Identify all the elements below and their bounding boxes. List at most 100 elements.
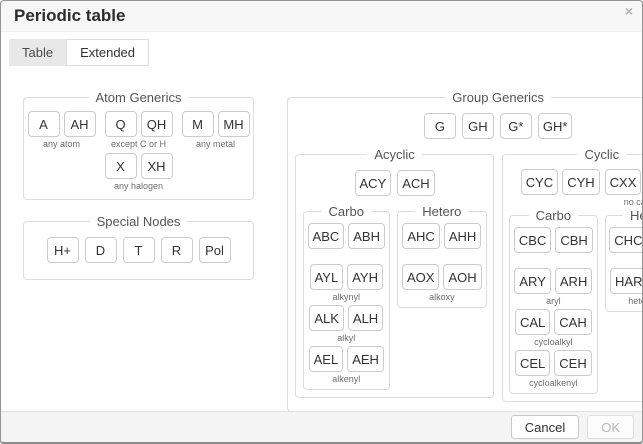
- chem-button-aox[interactable]: AOX: [402, 264, 439, 290]
- atom-generics-legend: Atom Generics: [89, 90, 189, 105]
- pair-label: hetero aryl: [628, 296, 643, 307]
- chem-button-ah[interactable]: AH: [64, 111, 96, 137]
- atom-generics-row-1: A AH any atom Q QH except C or H: [30, 111, 247, 150]
- tab-table[interactable]: Table: [9, 39, 66, 66]
- chem-button-arh[interactable]: ARH: [555, 268, 592, 294]
- acyclic-top-row: ACY ACH: [302, 170, 487, 196]
- pair-aryl: ARY ARH aryl: [514, 268, 592, 307]
- pair-cycloalkenyl: CEL CEH cycloalkenyl: [515, 350, 592, 389]
- pair-any-metal: M MH any metal: [182, 111, 250, 150]
- chem-button-cal[interactable]: CAL: [515, 309, 550, 335]
- chem-button-a[interactable]: A: [28, 111, 60, 137]
- carbo-legend: Carbo: [529, 208, 578, 223]
- acyclic-carbo-group: Carbo ABC ABH: [303, 204, 390, 390]
- chem-button-ach[interactable]: ACH: [397, 170, 434, 196]
- chem-button-cxx[interactable]: CXX: [605, 169, 642, 195]
- pair-cyclic-carbo-1: CBC CBH: [514, 227, 593, 266]
- cyclic-subgroups: Carbo CBC CBH: [509, 208, 643, 394]
- chem-button-abc[interactable]: ABC: [308, 223, 345, 249]
- acyclic-legend: Acyclic: [367, 147, 421, 162]
- pair-acyclic-hetero-1: AHC AHH: [402, 223, 481, 262]
- pair-label: alkoxy: [429, 292, 455, 303]
- chem-button-alh[interactable]: ALH: [348, 305, 383, 331]
- chem-button-d[interactable]: D: [85, 237, 117, 263]
- periodic-table-dialog: Periodic table × Table Extended Atom Gen…: [0, 0, 643, 444]
- chem-button-ael[interactable]: AEL: [309, 346, 344, 372]
- chem-button-mh[interactable]: MH: [218, 111, 250, 137]
- ok-button[interactable]: OK: [587, 415, 634, 439]
- chem-button-gh[interactable]: GH: [462, 113, 494, 139]
- chem-button-har[interactable]: HAR: [610, 268, 643, 294]
- pair-cyclic-1: CYC CYH: [521, 169, 600, 208]
- pair-label: no carbon: [624, 197, 643, 208]
- chem-button-ahh[interactable]: AHH: [444, 223, 481, 249]
- chem-button-cbc[interactable]: CBC: [514, 227, 551, 253]
- chem-button-cyh[interactable]: CYH: [562, 169, 599, 195]
- chem-button-cyc[interactable]: CYC: [521, 169, 558, 195]
- chem-button-h-plus[interactable]: H+: [47, 237, 79, 263]
- hetero-legend: Hetero: [623, 208, 643, 223]
- chem-button-ayh[interactable]: AYH: [347, 264, 383, 290]
- pair-any-halogen: X XH any halogen: [105, 153, 173, 192]
- chem-button-qh[interactable]: QH: [141, 111, 173, 137]
- special-nodes-group: Special Nodes H+ D T R Pol: [23, 214, 254, 280]
- acyclic-group: Acyclic ACY ACH Carbo A: [295, 147, 494, 398]
- dialog-content: Atom Generics A AH any atom Q QH: [1, 66, 642, 412]
- chem-button-ayl[interactable]: AYL: [310, 264, 344, 290]
- atom-generics-group: Atom Generics A AH any atom Q QH: [23, 90, 254, 200]
- group-generics-row: G GH G* GH*: [294, 113, 643, 139]
- chem-button-cah[interactable]: CAH: [554, 309, 591, 335]
- right-column: Group Generics G GH G* GH* Acyclic ACY A…: [287, 90, 643, 412]
- chem-button-xh[interactable]: XH: [141, 153, 173, 179]
- chem-button-m[interactable]: M: [182, 111, 214, 137]
- cancel-button[interactable]: Cancel: [511, 415, 579, 439]
- chem-button-ary[interactable]: ARY: [514, 268, 551, 294]
- pair-alkynyl: AYL AYH alkynyl: [310, 264, 383, 303]
- group-generics-columns: Acyclic ACY ACH Carbo A: [294, 147, 643, 404]
- chem-button-aoh[interactable]: AOH: [443, 264, 481, 290]
- chem-button-acy[interactable]: ACY: [355, 170, 392, 196]
- pair-label: any halogen: [114, 181, 163, 192]
- chem-button-ceh[interactable]: CEH: [554, 350, 591, 376]
- pair-label: alkynyl: [333, 292, 361, 303]
- pair-label: cycloalkyl: [534, 337, 573, 348]
- tab-extended[interactable]: Extended: [66, 39, 149, 66]
- chem-button-r[interactable]: R: [161, 237, 193, 263]
- pair-any-atom: A AH any atom: [28, 111, 96, 150]
- pair-alkenyl: AEL AEH alkenyl: [309, 346, 384, 385]
- dialog-header: Periodic table ×: [1, 1, 642, 32]
- chem-button-alk[interactable]: ALK: [309, 305, 344, 331]
- close-icon[interactable]: ×: [625, 3, 633, 19]
- chem-button-abh[interactable]: ABH: [348, 223, 385, 249]
- chem-button-gh-star[interactable]: GH*: [538, 113, 573, 139]
- chem-button-q[interactable]: Q: [105, 111, 137, 137]
- chem-button-ahc[interactable]: AHC: [402, 223, 439, 249]
- group-generics-legend: Group Generics: [445, 90, 551, 105]
- group-generics-group: Group Generics G GH G* GH* Acyclic ACY A…: [287, 90, 643, 412]
- cyclic-carbo-group: Carbo CBC CBH: [509, 208, 597, 394]
- dialog-title: Periodic table: [14, 6, 125, 26]
- chem-button-pol[interactable]: Pol: [199, 237, 231, 263]
- chem-button-g[interactable]: G: [424, 113, 456, 139]
- chem-button-aeh[interactable]: AEH: [347, 346, 384, 372]
- chem-button-chc[interactable]: CHC: [609, 227, 643, 253]
- tab-bar: Table Extended: [9, 39, 642, 66]
- chem-button-cel[interactable]: CEL: [515, 350, 550, 376]
- special-nodes-legend: Special Nodes: [90, 214, 188, 229]
- chem-button-g-star[interactable]: G*: [500, 113, 532, 139]
- chem-button-t[interactable]: T: [123, 237, 155, 263]
- pair-label: cycloalkenyl: [529, 378, 578, 389]
- pair-hetero-aryl: HAR HAH hetero aryl: [610, 268, 643, 307]
- cyclic-hetero-group: Hetero CHC CHH: [605, 208, 643, 312]
- pair-except-c-or-h: Q QH except C or H: [105, 111, 173, 150]
- pair-label: aryl: [546, 296, 561, 307]
- chem-button-x[interactable]: X: [105, 153, 137, 179]
- pair-label: any atom: [43, 139, 80, 150]
- cyclic-legend: Cyclic: [577, 147, 626, 162]
- pair-label: alkyl: [337, 333, 355, 344]
- carbo-legend: Carbo: [322, 204, 371, 219]
- dialog-footer: Cancel OK: [1, 411, 642, 442]
- pair-cycloalkyl: CAL CAH cycloalkyl: [515, 309, 592, 348]
- chem-button-cbh[interactable]: CBH: [555, 227, 592, 253]
- pair-acyclic-carbo-1: ABC ABH: [308, 223, 385, 262]
